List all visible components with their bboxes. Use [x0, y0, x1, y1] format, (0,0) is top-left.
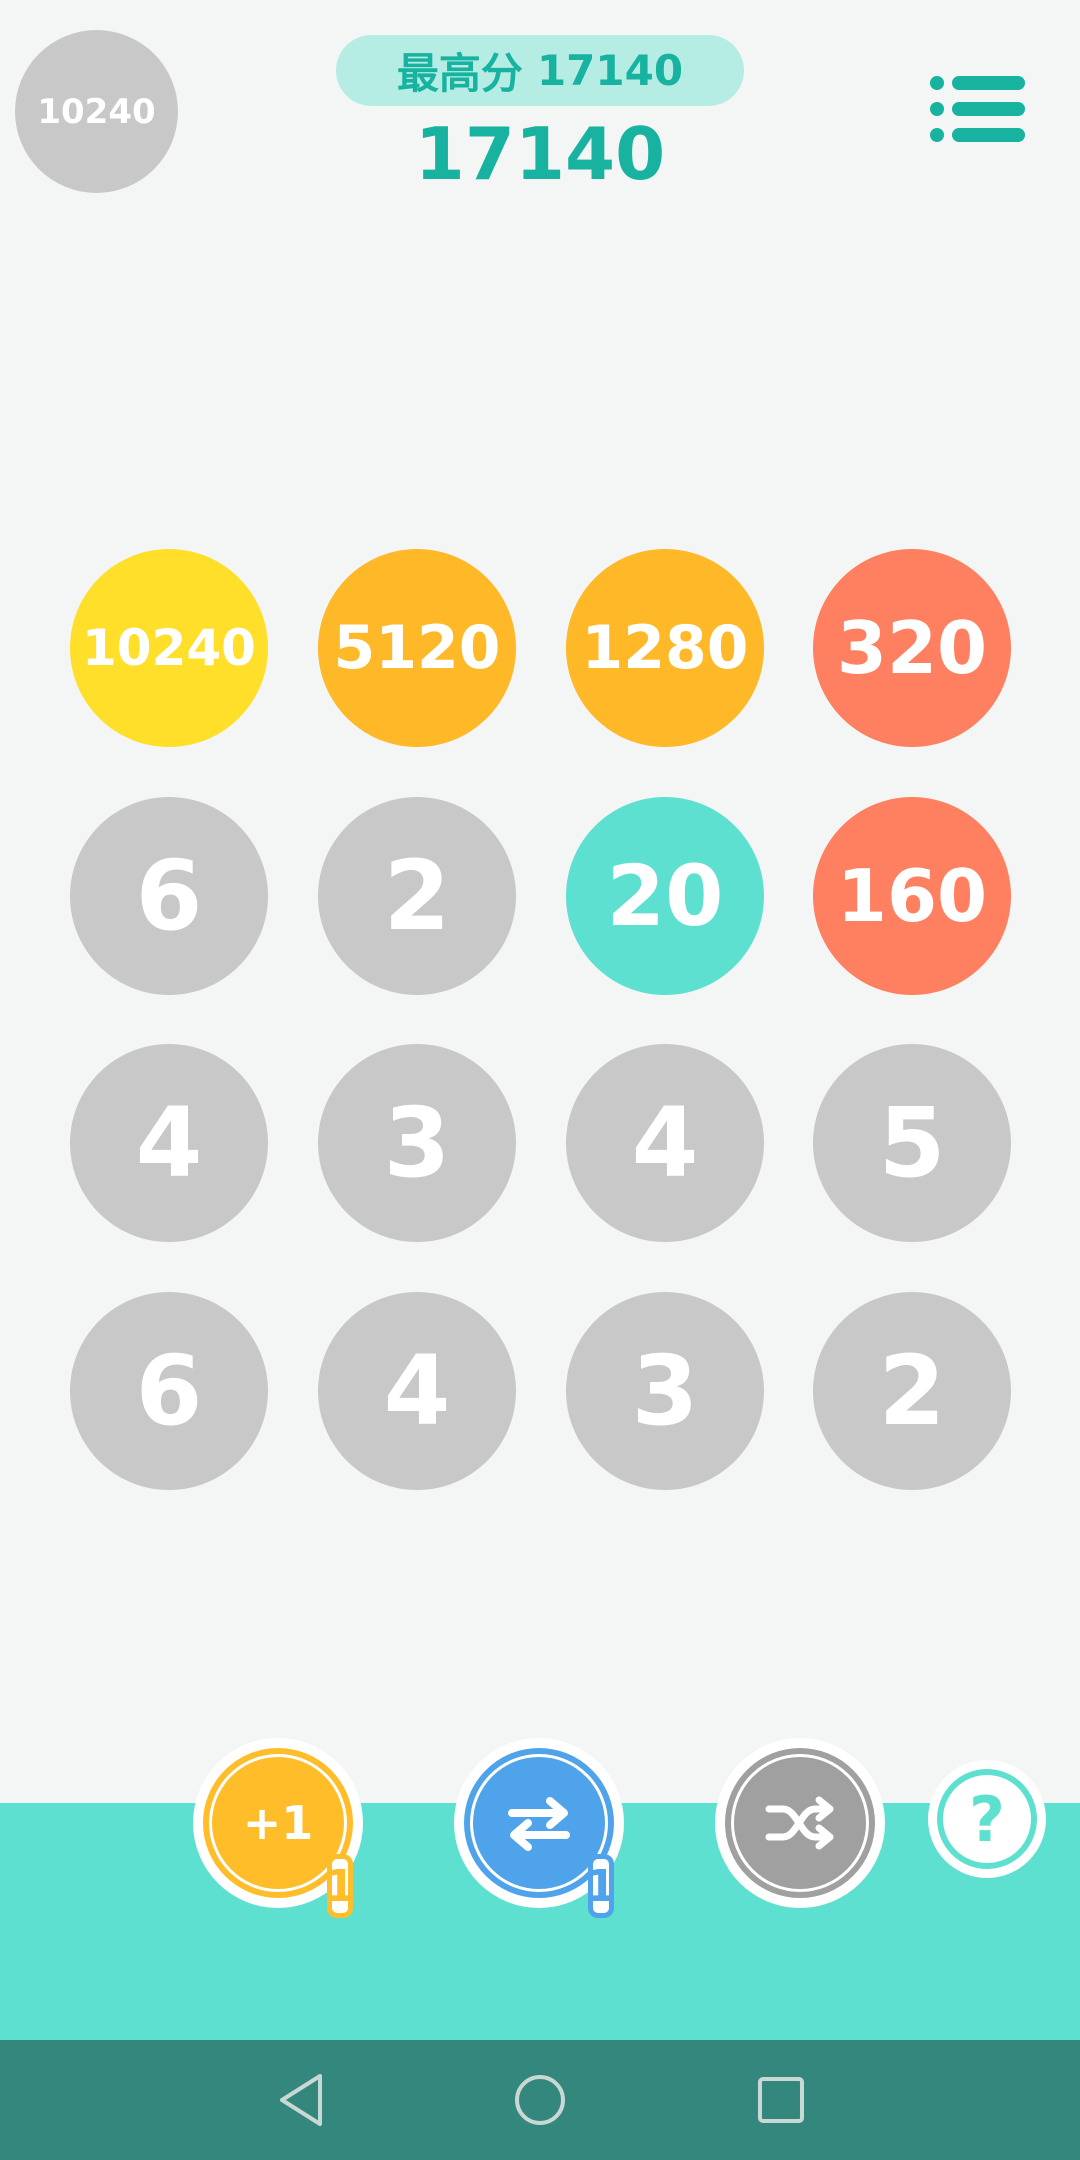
- board-tile[interactable]: 4: [566, 1044, 764, 1242]
- board-tile[interactable]: 2: [813, 1292, 1011, 1490]
- shuffle-icon: [765, 1796, 834, 1850]
- system-nav-bar: [0, 2040, 1080, 2160]
- recents-icon[interactable]: [756, 2075, 806, 2125]
- board-tile[interactable]: 3: [566, 1292, 764, 1490]
- swap-tool-button[interactable]: 1: [454, 1738, 624, 1918]
- add-one-tool-button[interactable]: +1 1: [193, 1738, 363, 1918]
- board-tile[interactable]: 4: [318, 1292, 516, 1490]
- board-tile[interactable]: 10240: [70, 549, 268, 747]
- board-tile[interactable]: 6: [70, 1292, 268, 1490]
- back-icon[interactable]: [276, 2072, 326, 2128]
- board-tile[interactable]: 20: [566, 797, 764, 995]
- help-button[interactable]: ?: [928, 1760, 1046, 1878]
- board-tile[interactable]: 320: [813, 549, 1011, 747]
- board-tile[interactable]: 160: [813, 797, 1011, 995]
- board-tile[interactable]: 5120: [318, 549, 516, 747]
- add-one-label: +1: [242, 1796, 314, 1850]
- game-board: 10240 5120 1280 320 6 2 20 160 4 3 4 5 6 4 3 2: [0, 0, 1080, 1600]
- swap-arrows-icon: [508, 1797, 570, 1851]
- board-tile[interactable]: 3: [318, 1044, 516, 1242]
- help-icon: ?: [969, 1782, 1005, 1856]
- shuffle-tool-button[interactable]: [715, 1738, 885, 1908]
- swap-count: 1: [586, 1854, 616, 1918]
- board-tile[interactable]: 4: [70, 1044, 268, 1242]
- board-tile[interactable]: 1280: [566, 549, 764, 747]
- home-icon[interactable]: [513, 2073, 567, 2127]
- board-tile[interactable]: 2: [318, 797, 516, 995]
- board-tile[interactable]: 5: [813, 1044, 1011, 1242]
- board-tile[interactable]: 6: [70, 797, 268, 995]
- add-one-count: 1: [325, 1854, 355, 1918]
